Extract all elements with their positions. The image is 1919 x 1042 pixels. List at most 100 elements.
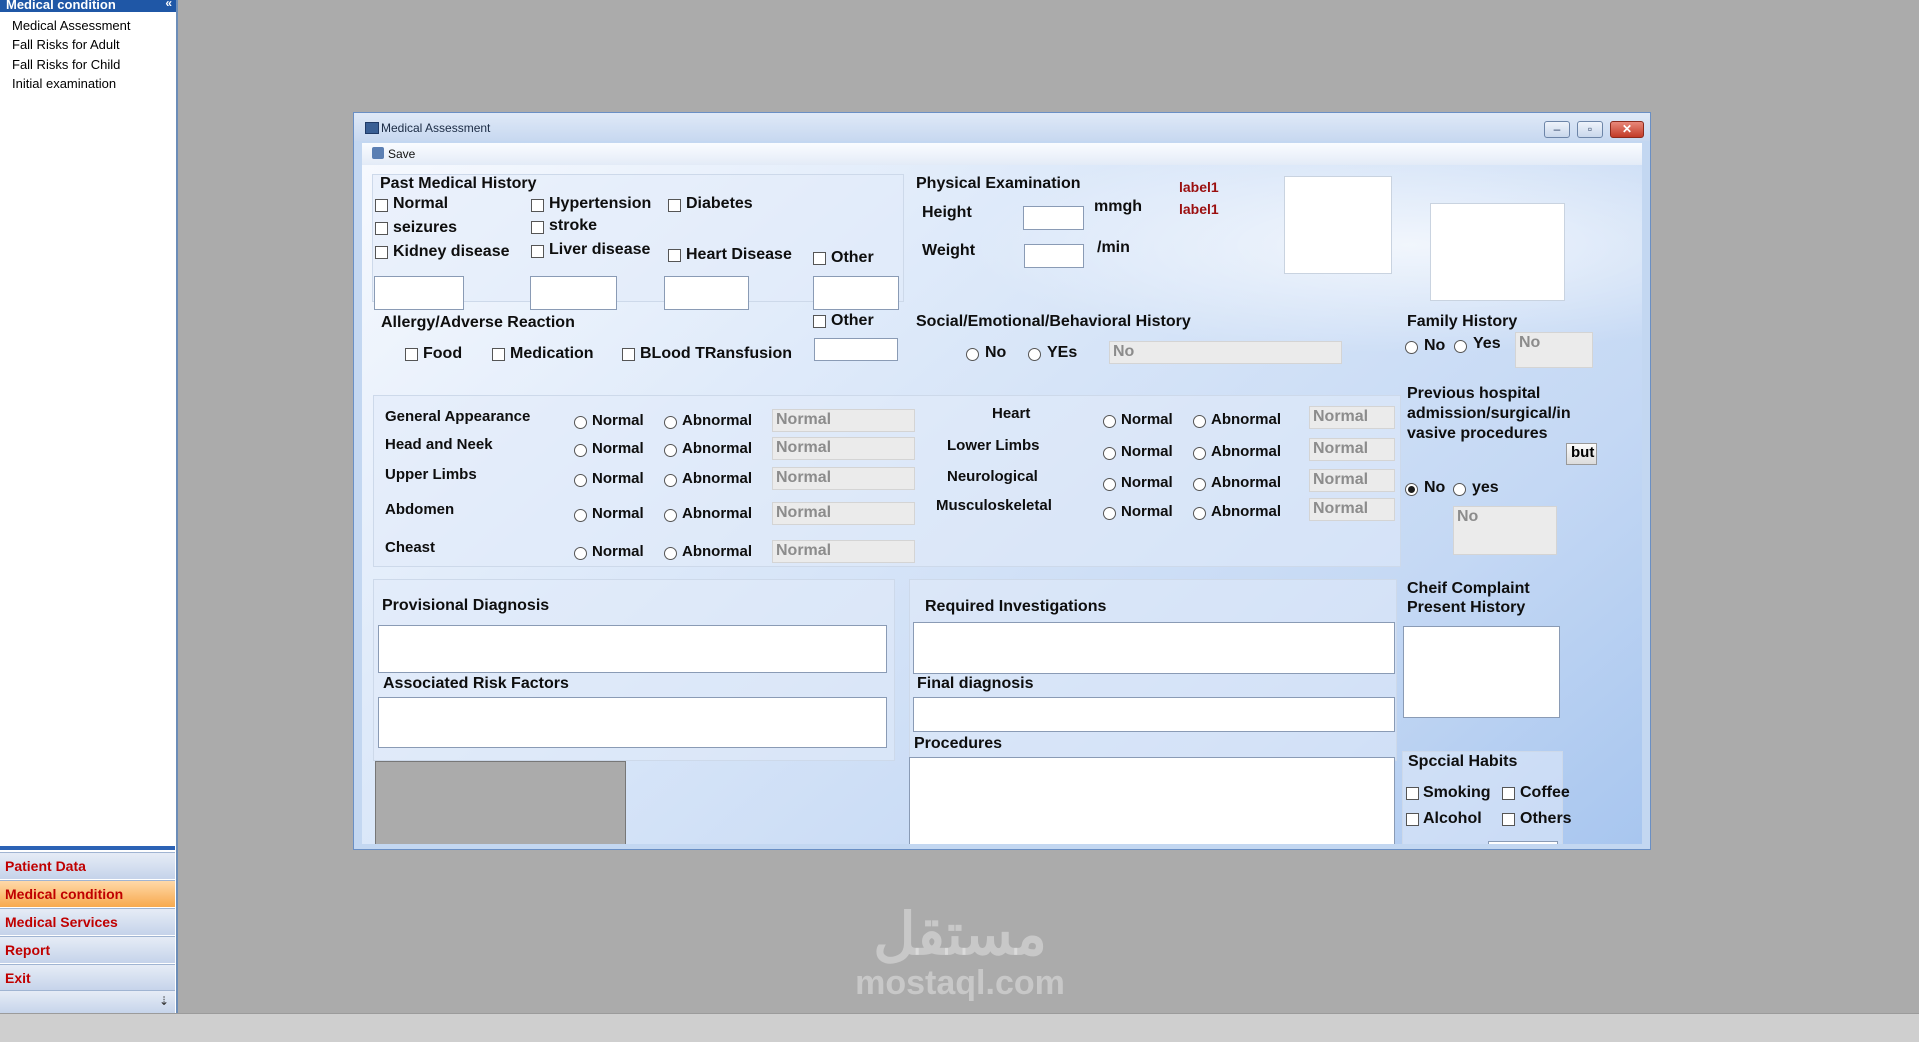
stroke-checkbox[interactable] <box>531 221 544 234</box>
other-allergy-field[interactable] <box>814 338 898 361</box>
navigation-pane: Medical condition « Medical Assessment F… <box>0 0 178 1014</box>
exam-abnormal-radio-head-and-neek[interactable] <box>664 444 677 457</box>
save-icon[interactable] <box>372 147 384 159</box>
exam-abnormal-radio-abdomen[interactable] <box>664 509 677 522</box>
exam-value-field-neurological[interactable]: Normal <box>1309 469 1395 492</box>
exam-abnormal-radio-general-appearance[interactable] <box>664 416 677 429</box>
blood-transfusion-checkbox[interactable] <box>622 348 635 361</box>
window-titlebar[interactable]: Medical Assessment – ▫ ✕ <box>354 113 1650 141</box>
provisional-diagnosis-field[interactable] <box>378 625 887 673</box>
previous-value-field[interactable]: No <box>1453 506 1557 555</box>
nav-link-initial-examination[interactable]: Initial examination <box>12 76 116 91</box>
exam-normal-radio-neurological[interactable] <box>1103 478 1116 491</box>
liver-disease-checkbox[interactable] <box>531 245 544 258</box>
nav-link-fall-risks-adult[interactable]: Fall Risks for Adult <box>12 37 120 52</box>
previous-no-radio[interactable] <box>1405 483 1418 496</box>
exam-normal-label-musculoskeletal: Normal <box>1121 503 1173 520</box>
exam-value-field-cheast[interactable]: Normal <box>772 540 915 563</box>
required-investigations-field[interactable] <box>913 622 1395 674</box>
family-value-field[interactable]: No <box>1515 332 1593 368</box>
weight-field[interactable] <box>1024 244 1084 268</box>
nav-button-medical-condition[interactable]: Medical condition <box>0 880 175 907</box>
exam-abnormal-label-lower-limbs: Abnormal <box>1211 443 1282 460</box>
final-diagnosis-field[interactable] <box>913 697 1395 732</box>
collapse-icon[interactable]: « <box>159 0 172 9</box>
exam-normal-radio-heart[interactable] <box>1103 415 1116 428</box>
exam-normal-radio-abdomen[interactable] <box>574 509 587 522</box>
procedures-field[interactable] <box>909 757 1395 844</box>
maximize-button[interactable]: ▫ <box>1577 121 1603 138</box>
heart-notes-field[interactable] <box>664 276 749 310</box>
nav-link-fall-risks-child[interactable]: Fall Risks for Child <box>12 57 120 72</box>
previous-admission-button[interactable]: but <box>1566 443 1597 465</box>
exam-value-field-general-appearance[interactable]: Normal <box>772 409 915 432</box>
photo-box-1 <box>1284 176 1392 274</box>
physical-exam-title: Physical Examination <box>916 175 1081 192</box>
other-allergy-checkbox[interactable] <box>813 315 826 328</box>
exam-abnormal-radio-cheast[interactable] <box>664 547 677 560</box>
family-no-label: No <box>1424 337 1446 354</box>
exam-normal-radio-lower-limbs[interactable] <box>1103 447 1116 460</box>
exam-normal-radio-upper-limbs[interactable] <box>574 474 587 487</box>
exam-abnormal-radio-neurological[interactable] <box>1193 478 1206 491</box>
alcohol-checkbox[interactable] <box>1406 813 1419 826</box>
exam-normal-radio-head-and-neek[interactable] <box>574 444 587 457</box>
kidney-disease-checkbox[interactable] <box>375 246 388 259</box>
normal-notes-field[interactable] <box>374 276 464 310</box>
risk-factors-field[interactable] <box>378 697 887 748</box>
seizures-checkbox[interactable] <box>375 222 388 235</box>
exam-normal-radio-musculoskeletal[interactable] <box>1103 507 1116 520</box>
medication-checkbox[interactable] <box>492 348 505 361</box>
social-no-radio[interactable] <box>966 348 979 361</box>
food-checkbox[interactable] <box>405 348 418 361</box>
social-value-field[interactable]: No <box>1109 341 1342 364</box>
exam-normal-label-upper-limbs: Normal <box>592 470 644 487</box>
exam-value-field-musculoskeletal[interactable]: Normal <box>1309 498 1395 521</box>
normal-checkbox[interactable] <box>375 199 388 212</box>
nav-button-medical-services[interactable]: Medical Services <box>0 908 175 935</box>
blood-transfusion-label: BLood TRansfusion <box>640 345 792 362</box>
exam-abnormal-radio-upper-limbs[interactable] <box>664 474 677 487</box>
family-no-radio[interactable] <box>1405 341 1418 354</box>
height-field[interactable] <box>1023 206 1084 230</box>
nav-splitter[interactable] <box>0 846 175 850</box>
exam-value-field-lower-limbs[interactable]: Normal <box>1309 438 1395 461</box>
others-habit-checkbox[interactable] <box>1502 813 1515 826</box>
nav-link-medical-assessment[interactable]: Medical Assessment <box>12 18 131 33</box>
exam-normal-radio-cheast[interactable] <box>574 547 587 560</box>
exam-abnormal-radio-heart[interactable] <box>1193 415 1206 428</box>
exam-abnormal-radio-musculoskeletal[interactable] <box>1193 507 1206 520</box>
close-button[interactable]: ✕ <box>1610 121 1644 138</box>
kidney-disease-label: Kidney disease <box>393 243 510 260</box>
medical-assessment-window: Medical Assessment – ▫ ✕ Save Past Medic… <box>353 112 1651 850</box>
heart-disease-checkbox[interactable] <box>668 249 681 262</box>
past-history-title: Past Medical History <box>380 175 537 192</box>
nav-button-report[interactable]: Report <box>0 936 175 963</box>
save-button[interactable]: Save <box>388 147 415 161</box>
social-yes-label: YEs <box>1047 344 1078 361</box>
exam-abnormal-label-abdomen: Abnormal <box>682 505 753 522</box>
chief-complaint-field[interactable] <box>1403 626 1560 718</box>
other-history-notes-field[interactable] <box>813 276 899 310</box>
exam-normal-radio-general-appearance[interactable] <box>574 416 587 429</box>
exam-value-field-heart[interactable]: Normal <box>1309 406 1395 429</box>
others-habit-field[interactable] <box>1488 841 1558 844</box>
minimize-button[interactable]: – <box>1544 121 1570 138</box>
hypertension-checkbox[interactable] <box>531 199 544 212</box>
exam-value-field-abdomen[interactable]: Normal <box>772 502 915 525</box>
family-yes-radio[interactable] <box>1454 340 1467 353</box>
hypertension-notes-field[interactable] <box>530 276 617 310</box>
smoking-checkbox[interactable] <box>1406 787 1419 800</box>
configure-buttons-icon[interactable]: ⇣ <box>159 994 169 1008</box>
social-yes-radio[interactable] <box>1028 348 1041 361</box>
diabetes-checkbox[interactable] <box>668 199 681 212</box>
previous-yes-radio[interactable] <box>1453 483 1466 496</box>
nav-button-patient-data[interactable]: Patient Data <box>0 852 175 879</box>
coffee-checkbox[interactable] <box>1502 787 1515 800</box>
other-history-checkbox[interactable] <box>813 252 826 265</box>
exam-value-field-upper-limbs[interactable]: Normal <box>772 467 915 490</box>
exam-abnormal-label-neurological: Abnormal <box>1211 474 1282 491</box>
exam-value-field-head-and-neek[interactable]: Normal <box>772 437 915 460</box>
nav-button-exit[interactable]: Exit <box>0 964 175 991</box>
exam-abnormal-radio-lower-limbs[interactable] <box>1193 447 1206 460</box>
